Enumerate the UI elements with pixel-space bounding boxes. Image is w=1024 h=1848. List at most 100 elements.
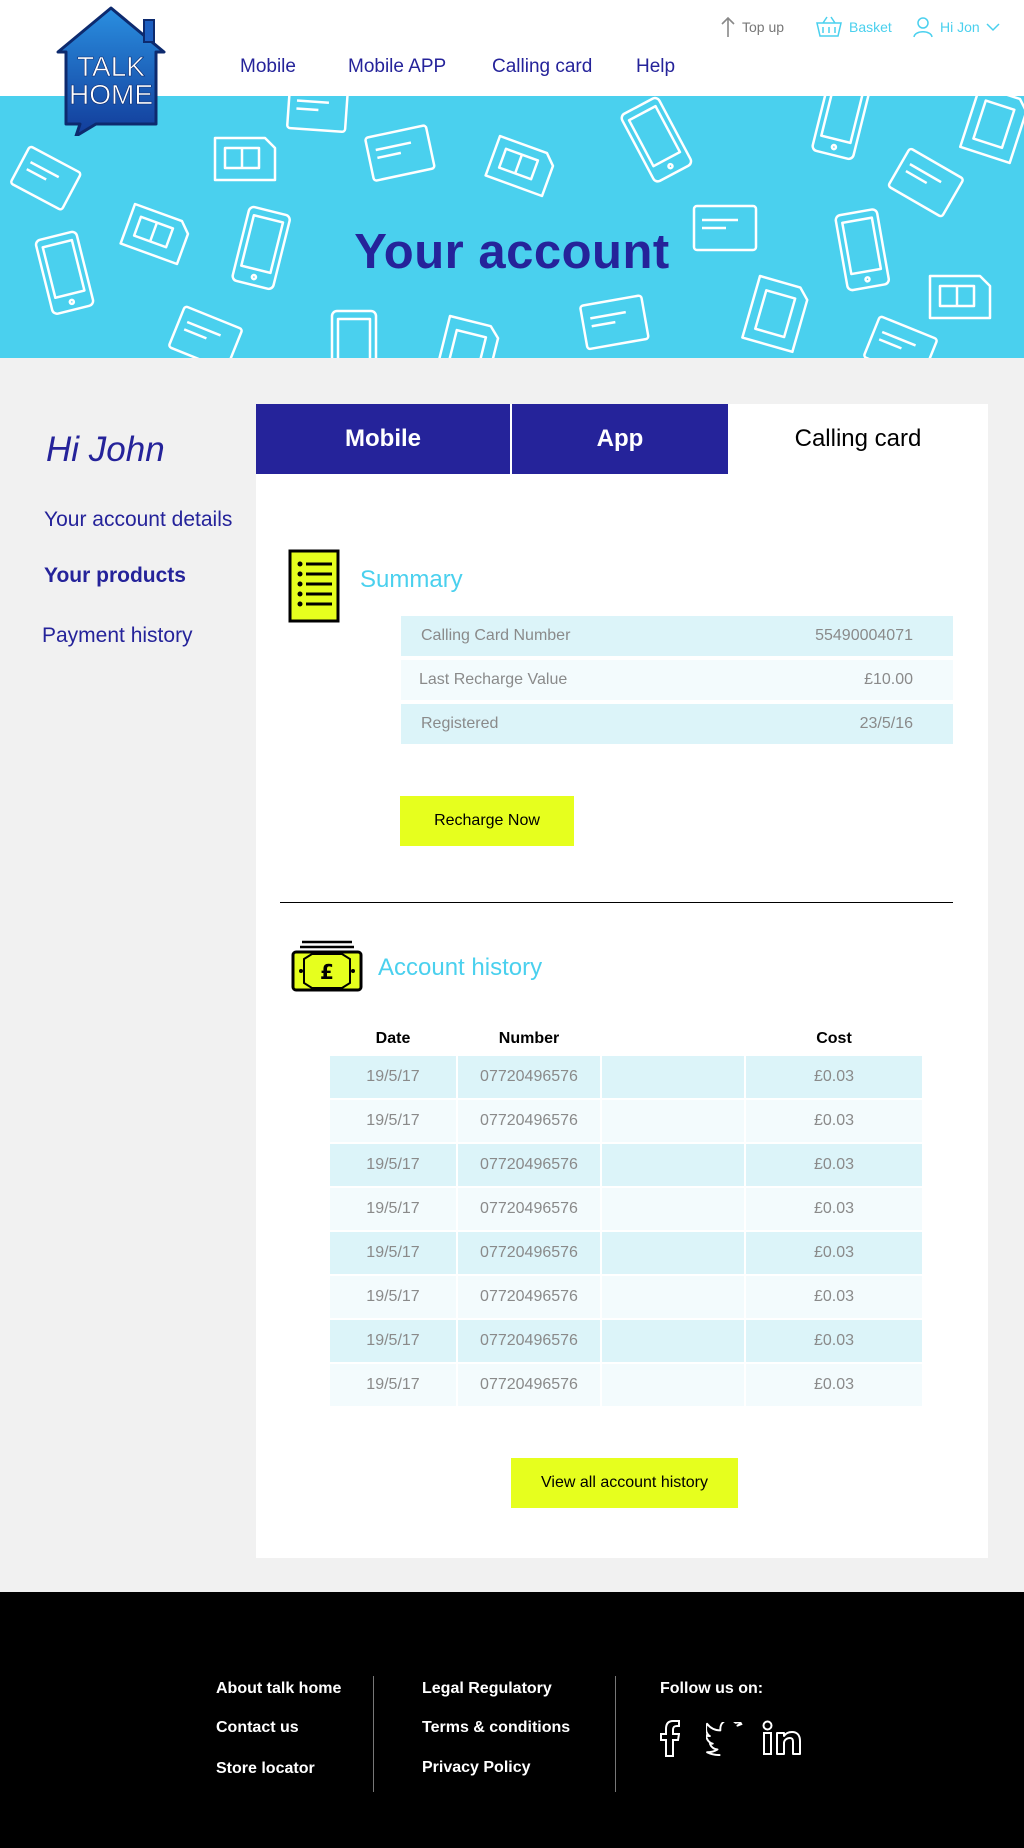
sidebar-item-account-details[interactable]: Your account details — [44, 508, 232, 532]
cell-separator — [600, 1232, 602, 1274]
cell-separator — [456, 1188, 458, 1230]
summary-value: 55490004071 — [815, 627, 913, 644]
cell-separator — [744, 1364, 746, 1406]
linkedin-icon[interactable] — [762, 1720, 802, 1756]
cell-number: 07720496576 — [480, 1288, 578, 1305]
table-row: 19/5/17 07720496576 £0.03 — [330, 1232, 922, 1274]
tab-mobile[interactable]: Mobile — [256, 404, 510, 474]
summary-label: Calling Card Number — [421, 627, 571, 644]
table-row: 19/5/17 07720496576 £0.03 — [330, 1056, 922, 1098]
footer-link-legal[interactable]: Legal Regulatory — [422, 1680, 552, 1698]
cell-separator — [600, 1144, 602, 1186]
table-row: 19/5/17 07720496576 £0.03 — [330, 1144, 922, 1186]
cell-separator — [744, 1320, 746, 1362]
svg-text:£: £ — [320, 960, 334, 984]
footer-link-about[interactable]: About talk home — [216, 1680, 341, 1698]
cell-separator — [456, 1232, 458, 1274]
sidebar-item-your-products[interactable]: Your products — [44, 564, 186, 588]
facebook-icon[interactable] — [660, 1720, 680, 1758]
cell-date: 19/5/17 — [366, 1376, 420, 1393]
cell-cost: £0.03 — [813, 1112, 855, 1129]
cell-cost: £0.03 — [813, 1376, 855, 1393]
cell-cost: £0.03 — [813, 1244, 855, 1261]
cell-number: 07720496576 — [480, 1112, 578, 1129]
money-icon: £ — [291, 940, 363, 992]
nav-calling-card[interactable]: Calling card — [492, 56, 592, 78]
nav-mobile[interactable]: Mobile — [240, 56, 296, 78]
cell-separator — [456, 1364, 458, 1406]
summary-row: Calling Card Number 55490004071 — [401, 616, 953, 656]
footer-divider — [373, 1676, 374, 1792]
table-row: 19/5/17 07720496576 £0.03 — [330, 1364, 922, 1406]
user-icon — [913, 17, 933, 38]
cell-date: 19/5/17 — [366, 1244, 420, 1261]
page-title: Your account — [354, 225, 670, 279]
cell-separator — [456, 1100, 458, 1142]
sidebar-greeting: Hi John — [46, 430, 165, 469]
cell-empty — [602, 1100, 744, 1142]
cell-empty — [602, 1232, 744, 1274]
cell-separator — [744, 1100, 746, 1142]
summary-title: Summary — [360, 566, 463, 593]
table-row: 19/5/17 07720496576 £0.03 — [330, 1276, 922, 1318]
site-footer: About talk home Contact us Store locator… — [0, 1592, 1024, 1848]
cell-empty — [602, 1320, 744, 1362]
basket-link[interactable]: Basket — [815, 16, 892, 38]
tab-calling-card[interactable]: Calling card — [728, 404, 988, 474]
table-row: 19/5/17 07720496576 £0.03 — [330, 1320, 922, 1362]
footer-link-privacy[interactable]: Privacy Policy — [422, 1759, 531, 1777]
footer-link-store-locator[interactable]: Store locator — [216, 1760, 315, 1778]
cell-empty — [602, 1276, 744, 1318]
cell-empty — [602, 1188, 744, 1230]
nav-help[interactable]: Help — [636, 56, 675, 78]
cell-cost: £0.03 — [813, 1288, 855, 1305]
cell-date: 19/5/17 — [366, 1068, 420, 1085]
cell-number: 07720496576 — [480, 1244, 578, 1261]
summary-value: £10.00 — [864, 671, 913, 688]
cell-cost: £0.03 — [813, 1200, 855, 1217]
column-header-cost: Cost — [816, 1030, 852, 1047]
footer-link-terms[interactable]: Terms & conditions — [422, 1719, 570, 1737]
cell-date: 19/5/17 — [366, 1112, 420, 1129]
cell-empty — [602, 1144, 744, 1186]
arrow-up-icon — [721, 16, 735, 37]
sidebar-item-payment-history[interactable]: Payment history — [42, 624, 193, 648]
twitter-icon[interactable] — [706, 1722, 744, 1756]
content-card: Mobile App Calling card Summary Calling … — [256, 404, 988, 1558]
cell-separator — [744, 1276, 746, 1318]
follow-us-label: Follow us on: — [660, 1680, 764, 1697]
cell-separator — [600, 1188, 602, 1230]
table-row: 19/5/17 07720496576 £0.03 — [330, 1100, 922, 1142]
cell-date: 19/5/17 — [366, 1200, 420, 1217]
cell-empty — [602, 1364, 744, 1406]
cell-separator — [456, 1144, 458, 1186]
cell-separator — [744, 1056, 746, 1098]
tab-app[interactable]: App — [512, 404, 728, 474]
cell-separator — [744, 1232, 746, 1274]
column-header-date: Date — [375, 1030, 411, 1047]
cell-separator — [600, 1276, 602, 1318]
user-menu[interactable]: Hi Jon — [912, 16, 1000, 38]
cell-separator — [600, 1100, 602, 1142]
cell-date: 19/5/17 — [366, 1156, 420, 1173]
cell-separator — [456, 1320, 458, 1362]
cell-date: 19/5/17 — [366, 1288, 420, 1305]
footer-divider — [615, 1676, 616, 1792]
recharge-now-button[interactable]: Recharge Now — [400, 796, 574, 846]
summary-row: Last Recharge Value £10.00 — [401, 660, 953, 700]
talk-home-logo[interactable]: TALK HOME — [52, 4, 170, 138]
cell-number: 07720496576 — [480, 1376, 578, 1393]
cell-number: 07720496576 — [480, 1200, 578, 1217]
cell-date: 19/5/17 — [366, 1332, 420, 1349]
topup-link[interactable]: Top up — [720, 16, 784, 38]
summary-label: Last Recharge Value — [419, 671, 568, 688]
user-label: Hi Jon — [940, 19, 980, 35]
cell-number: 07720496576 — [480, 1068, 578, 1085]
logo-line1: TALK — [77, 51, 145, 82]
cell-number: 07720496576 — [480, 1156, 578, 1173]
view-all-history-button[interactable]: View all account history — [511, 1458, 738, 1508]
cell-separator — [600, 1320, 602, 1362]
footer-link-contact[interactable]: Contact us — [216, 1719, 299, 1737]
nav-mobile-app[interactable]: Mobile APP — [348, 56, 446, 78]
logo-line2: HOME — [69, 79, 153, 110]
